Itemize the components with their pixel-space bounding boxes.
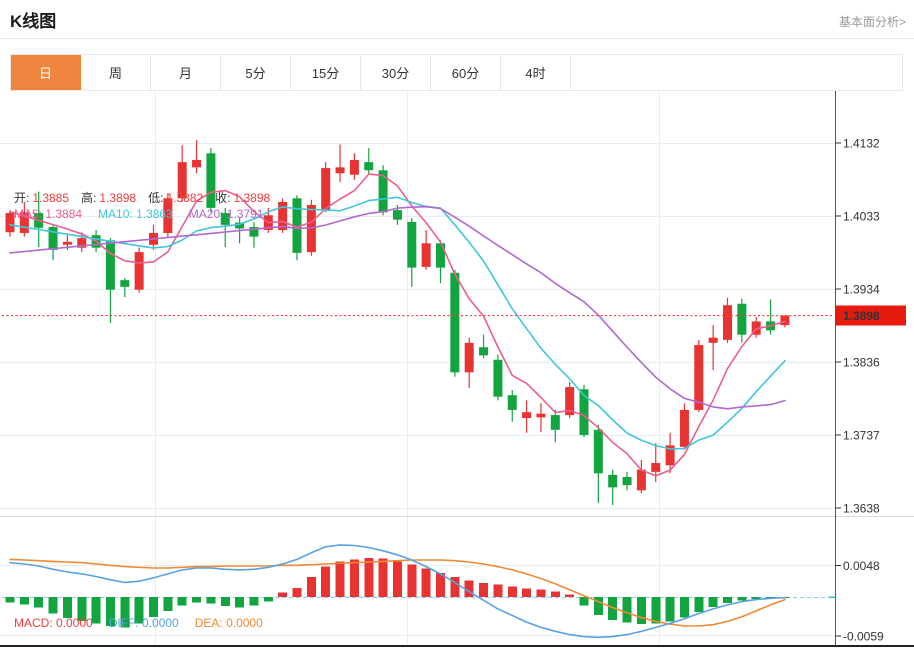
- svg-text:1.3898: 1.3898: [843, 309, 880, 323]
- tab-interval-6[interactable]: 30分: [361, 55, 431, 90]
- price-tick-label: 1.3737: [843, 429, 880, 443]
- header-divider: [0, 38, 914, 39]
- tab-interval-7[interactable]: 60分: [431, 55, 501, 90]
- tab-interval-5[interactable]: 15分: [291, 55, 361, 90]
- macd-tick-label: 0.0048: [843, 559, 880, 573]
- tab-interval-2[interactable]: 周: [81, 55, 151, 90]
- ma20-line: [10, 207, 785, 409]
- price-tick-label: 1.3638: [843, 502, 880, 516]
- interval-tab-bar: 日周月5分15分30分60分4时: [10, 54, 903, 91]
- price-tick-label: 1.4132: [843, 137, 880, 151]
- macd-tick-label: -0.0059: [843, 629, 884, 643]
- kline-chart: 1.4132 1.4033 1.3934 1.3836 1.3737 1.3638 0.00…: [0, 91, 914, 650]
- chart-canvas[interactable]: 1.4132 1.4033 1.3934 1.3836 1.3737 1.3638 0.00…: [0, 91, 914, 650]
- fundamental-analysis-link[interactable]: 基本面分析>: [839, 13, 906, 30]
- page-title: K线图: [10, 7, 56, 32]
- price-tick-label: 1.3934: [843, 283, 880, 297]
- tab-interval-1[interactable]: 日: [11, 55, 81, 90]
- tab-interval-3[interactable]: 月: [151, 55, 221, 90]
- price-tick-label: 1.3836: [843, 356, 880, 370]
- chart-bottom-border: [0, 645, 914, 647]
- candles-layer: [6, 140, 790, 505]
- macd-histogram: [6, 558, 790, 627]
- price-tick-label: 1.4033: [843, 210, 880, 224]
- tab-interval-8[interactable]: 4时: [501, 55, 571, 90]
- kline-widget: K线图 基本面分析> 日周月5分15分30分60分4时 1.4132 1.4033…: [0, 0, 914, 650]
- last-price-badge: 1.3898: [836, 306, 906, 326]
- ma10-line: [10, 197, 785, 449]
- tab-interval-4[interactable]: 5分: [221, 55, 291, 90]
